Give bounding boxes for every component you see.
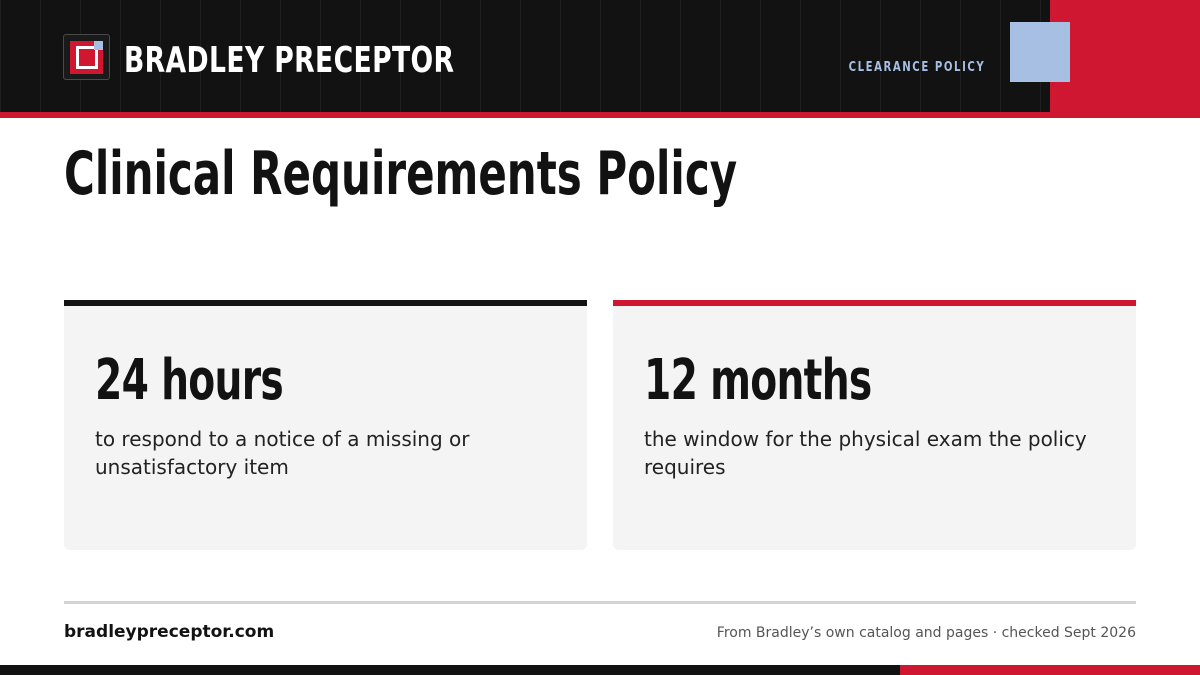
bottom-bar-dark bbox=[0, 665, 900, 675]
header-red-accent-block bbox=[1050, 0, 1200, 112]
brand-name[interactable]: BRADLEY PRECEPTOR bbox=[124, 36, 454, 86]
stat-value: 12 months bbox=[644, 348, 872, 413]
stat-card-response-window: 24 hours to respond to a notice of a mis… bbox=[64, 300, 587, 550]
stat-description: to respond to a notice of a missing or u… bbox=[95, 427, 470, 479]
stat-value: 24 hours bbox=[95, 348, 284, 413]
header-blue-accent-square bbox=[1010, 22, 1070, 82]
page-title: Clinical Requirements Policy bbox=[64, 139, 738, 209]
stat-description: the window for the physical exam the pol… bbox=[644, 427, 1087, 479]
footer-divider bbox=[64, 601, 1136, 604]
footer-source-note: From Bradley’s own catalog and pages · c… bbox=[716, 625, 1136, 641]
logo-blue-corner bbox=[94, 41, 103, 50]
brand-logo-icon[interactable] bbox=[63, 34, 110, 80]
bottom-bar-red bbox=[900, 665, 1200, 675]
header-red-stripe bbox=[0, 112, 1200, 118]
footer-url-link[interactable]: bradleypreceptor.com bbox=[64, 620, 274, 644]
section-label: CLEARANCE POLICY bbox=[848, 60, 985, 75]
stat-card-physical-exam-window: 12 months the window for the physical ex… bbox=[613, 300, 1136, 550]
